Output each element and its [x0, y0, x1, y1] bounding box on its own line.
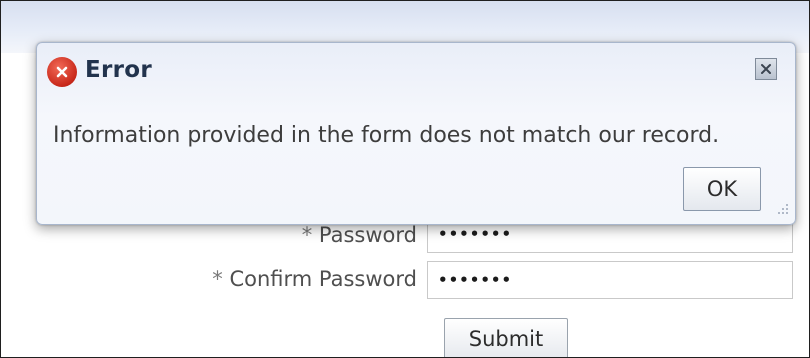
confirm-password-input[interactable]: ••••••• — [427, 261, 793, 299]
error-icon — [47, 57, 77, 87]
error-dialog: Error Information provided in the form d… — [36, 42, 796, 225]
ok-button[interactable]: OK — [683, 167, 761, 211]
confirm-password-label-text: Confirm Password — [229, 267, 417, 291]
dialog-message: Information provided in the form does no… — [53, 123, 720, 148]
close-icon[interactable] — [755, 58, 777, 80]
password-label: * Password — [302, 223, 417, 247]
confirm-password-label: * Confirm Password — [212, 267, 417, 291]
dialog-title: Error — [85, 57, 153, 83]
confirm-password-row: * Confirm Password ••••••• — [1, 261, 809, 301]
submit-button[interactable]: Submit — [444, 318, 568, 357]
password-label-text: Password — [318, 223, 417, 247]
required-marker: * — [212, 267, 223, 291]
resize-grip-icon[interactable] — [775, 201, 789, 215]
required-marker: * — [301, 223, 313, 247]
